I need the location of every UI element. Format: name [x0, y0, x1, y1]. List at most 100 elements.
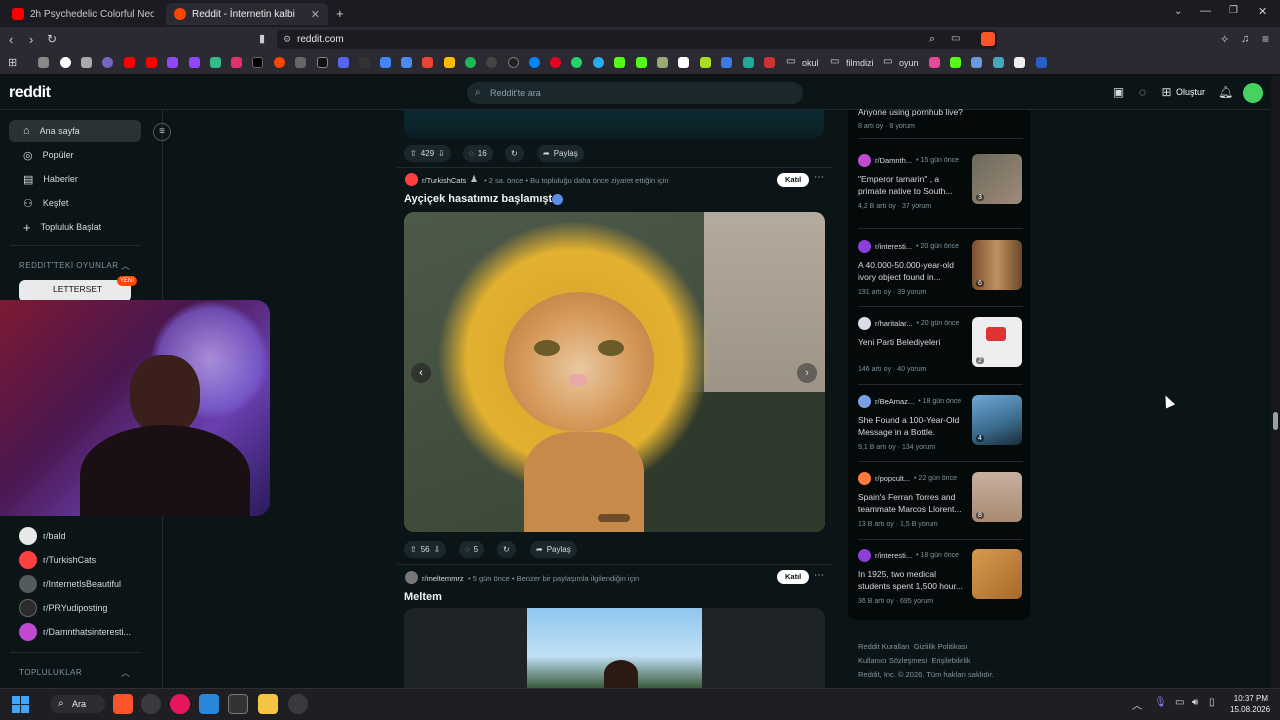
bookmark-icon[interactable]	[743, 57, 754, 68]
nav-news[interactable]: ▤ Haberler	[9, 168, 141, 190]
vote-bar[interactable]: ⇧ 429 ⇩	[404, 145, 451, 162]
nav-explore[interactable]: ⚇ Keşfet	[9, 192, 141, 214]
back-icon[interactable]: ‹	[9, 32, 13, 47]
tab-youtube[interactable]: 2h Psychedelic Colorful Neon Backgr	[4, 3, 162, 25]
reddit-icon[interactable]	[274, 57, 285, 68]
telegram-icon[interactable]	[593, 57, 604, 68]
scrollbar[interactable]	[1271, 76, 1280, 688]
folder-icon[interactable]: ▭	[786, 56, 795, 67]
game-card[interactable]: LETTERSET	[19, 280, 131, 302]
more-options-icon[interactable]: ⋯	[814, 172, 824, 183]
app-taskbar-icon[interactable]	[288, 694, 308, 714]
google-icon[interactable]	[60, 57, 71, 68]
bookmark-icon[interactable]	[1014, 57, 1025, 68]
bookmark-icon[interactable]	[210, 57, 221, 68]
bookmark-icon[interactable]	[657, 57, 668, 68]
twitch-icon[interactable]	[167, 57, 178, 68]
close-tab-icon[interactable]: ✕	[311, 8, 320, 21]
network-icon[interactable]: ▭	[1175, 697, 1184, 708]
nav-popular[interactable]: ◎ Popüler	[9, 144, 141, 166]
spotify-icon[interactable]	[465, 57, 476, 68]
bookmark-icon[interactable]	[678, 57, 689, 68]
share-button[interactable]: ➦ Paylaş	[537, 145, 584, 162]
apps-grid-icon[interactable]: ⊞	[8, 56, 17, 69]
x-icon[interactable]	[252, 57, 263, 68]
bookmark-icon[interactable]	[721, 57, 732, 68]
scrollbar-thumb[interactable]	[1273, 412, 1278, 430]
footer-link-rules[interactable]: Reddit Kuralları	[858, 642, 910, 651]
bookmark-icon[interactable]	[1036, 57, 1047, 68]
menu-icon[interactable]: ≡	[1262, 32, 1269, 46]
avatar[interactable]	[1243, 83, 1263, 103]
youtube-icon[interactable]	[146, 57, 157, 68]
windows-start-icon[interactable]	[12, 696, 29, 713]
post-title[interactable]: Meltem	[404, 591, 442, 603]
crosspost-button[interactable]: ↻	[497, 541, 516, 558]
volume-icon[interactable]: 🔊︎	[1192, 697, 1198, 708]
tab-reddit[interactable]: Reddit - İnternetin kalbi ✕	[166, 3, 328, 25]
bookmark-icon[interactable]	[102, 57, 113, 68]
cast-icon[interactable]: ▭	[951, 33, 960, 44]
nav-home[interactable]: ⌂ Ana sayfa	[9, 120, 141, 142]
reload-icon[interactable]: ↻	[47, 32, 57, 46]
site-info-icon[interactable]: ⚙	[283, 30, 291, 49]
recent-post[interactable]: r/popcult... • 22 gün önce Spain's Ferran…	[858, 472, 1023, 528]
post-title[interactable]: Ayçiçek hasatımız başlamıştır	[404, 193, 560, 205]
subreddit-avatar[interactable]	[405, 173, 418, 186]
more-options-icon[interactable]: ⋯	[814, 570, 824, 581]
ads-icon[interactable]: ▣	[1112, 86, 1125, 99]
brave-shield-icon[interactable]	[981, 32, 995, 46]
bookmark-icon[interactable]	[81, 57, 92, 68]
bookmark-icon[interactable]	[359, 57, 370, 68]
comments-button[interactable]: ◌ 16	[463, 145, 493, 162]
photos-taskbar-icon[interactable]	[199, 694, 219, 714]
file-explorer-taskbar-icon[interactable]	[258, 694, 278, 714]
bookmark-icon[interactable]	[993, 57, 1004, 68]
vote-bar[interactable]: ⇧ 56 ⇩	[404, 541, 447, 558]
bookmark-folder-oyun[interactable]: oyun	[899, 58, 919, 68]
post-subreddit[interactable]: r/meltemmrz	[422, 574, 464, 583]
pinterest-icon[interactable]	[550, 57, 561, 68]
tab-list-icon[interactable]: ⌄	[1174, 6, 1182, 17]
instagram-icon[interactable]	[231, 57, 242, 68]
minimize-button[interactable]: —	[1200, 5, 1211, 17]
gmail-icon[interactable]	[422, 57, 433, 68]
history-icon[interactable]	[38, 57, 49, 68]
join-button[interactable]: Katıl	[777, 570, 810, 584]
collapse-sidebar-icon[interactable]: ≡	[153, 123, 171, 141]
translate-icon[interactable]	[401, 57, 412, 68]
media-player-taskbar-icon[interactable]	[170, 694, 190, 714]
footer-link-accessibility[interactable]: Erişilebilirlik	[931, 656, 970, 665]
url-bar[interactable]: ⚙ reddit.com	[277, 30, 997, 49]
chevron-up-icon[interactable]: ︿	[1132, 697, 1142, 712]
kick-icon[interactable]	[950, 57, 961, 68]
bookmark-icon[interactable]	[380, 57, 391, 68]
comments-button[interactable]: ◌ 5	[459, 541, 485, 558]
join-button[interactable]: Katıl	[777, 173, 810, 187]
bookmark-folder-filmdizi[interactable]: filmdizi	[846, 58, 874, 68]
kick-icon[interactable]	[636, 57, 647, 68]
search-input[interactable]: ⌕ Reddit'te ara	[467, 82, 803, 104]
footer-link-agreement[interactable]: Kullanıcı Sözleşmesi	[858, 656, 927, 665]
downvote-icon[interactable]: ⇩	[434, 545, 441, 554]
downvote-icon[interactable]: ⇩	[438, 149, 445, 158]
nav-start-community[interactable]: + Topluluk Başlat	[9, 216, 141, 238]
media-icon[interactable]: ♫	[1241, 33, 1249, 45]
carousel-next-button[interactable]: ›	[797, 363, 817, 383]
post-subreddit[interactable]: r/TurkishCats	[422, 176, 466, 185]
recent-post[interactable]: r/interesti... • 18 gün önce In 1925, two…	[858, 549, 1023, 605]
folder-icon[interactable]: ▭	[830, 56, 839, 67]
reddit-logo[interactable]: reddit	[9, 84, 51, 102]
twitch-icon[interactable]	[189, 57, 200, 68]
app-taskbar-icon[interactable]	[228, 694, 248, 714]
bookmark-icon[interactable]	[764, 57, 775, 68]
new-tab-button[interactable]: +	[336, 6, 344, 21]
notification-bell-icon[interactable]: 🔔︎	[1218, 86, 1233, 99]
kick-icon[interactable]	[614, 57, 625, 68]
create-plus-icon[interactable]: ⊞	[1160, 86, 1173, 99]
folder-icon[interactable]: ▭	[883, 56, 892, 67]
bookmark-icon[interactable]	[486, 57, 497, 68]
recent-post[interactable]: r/haritalar... • 20 gün önce Yeni Parti B…	[858, 317, 1023, 373]
youtube-icon[interactable]	[124, 57, 135, 68]
taskbar-search[interactable]: ⌕ Ara	[50, 695, 105, 713]
